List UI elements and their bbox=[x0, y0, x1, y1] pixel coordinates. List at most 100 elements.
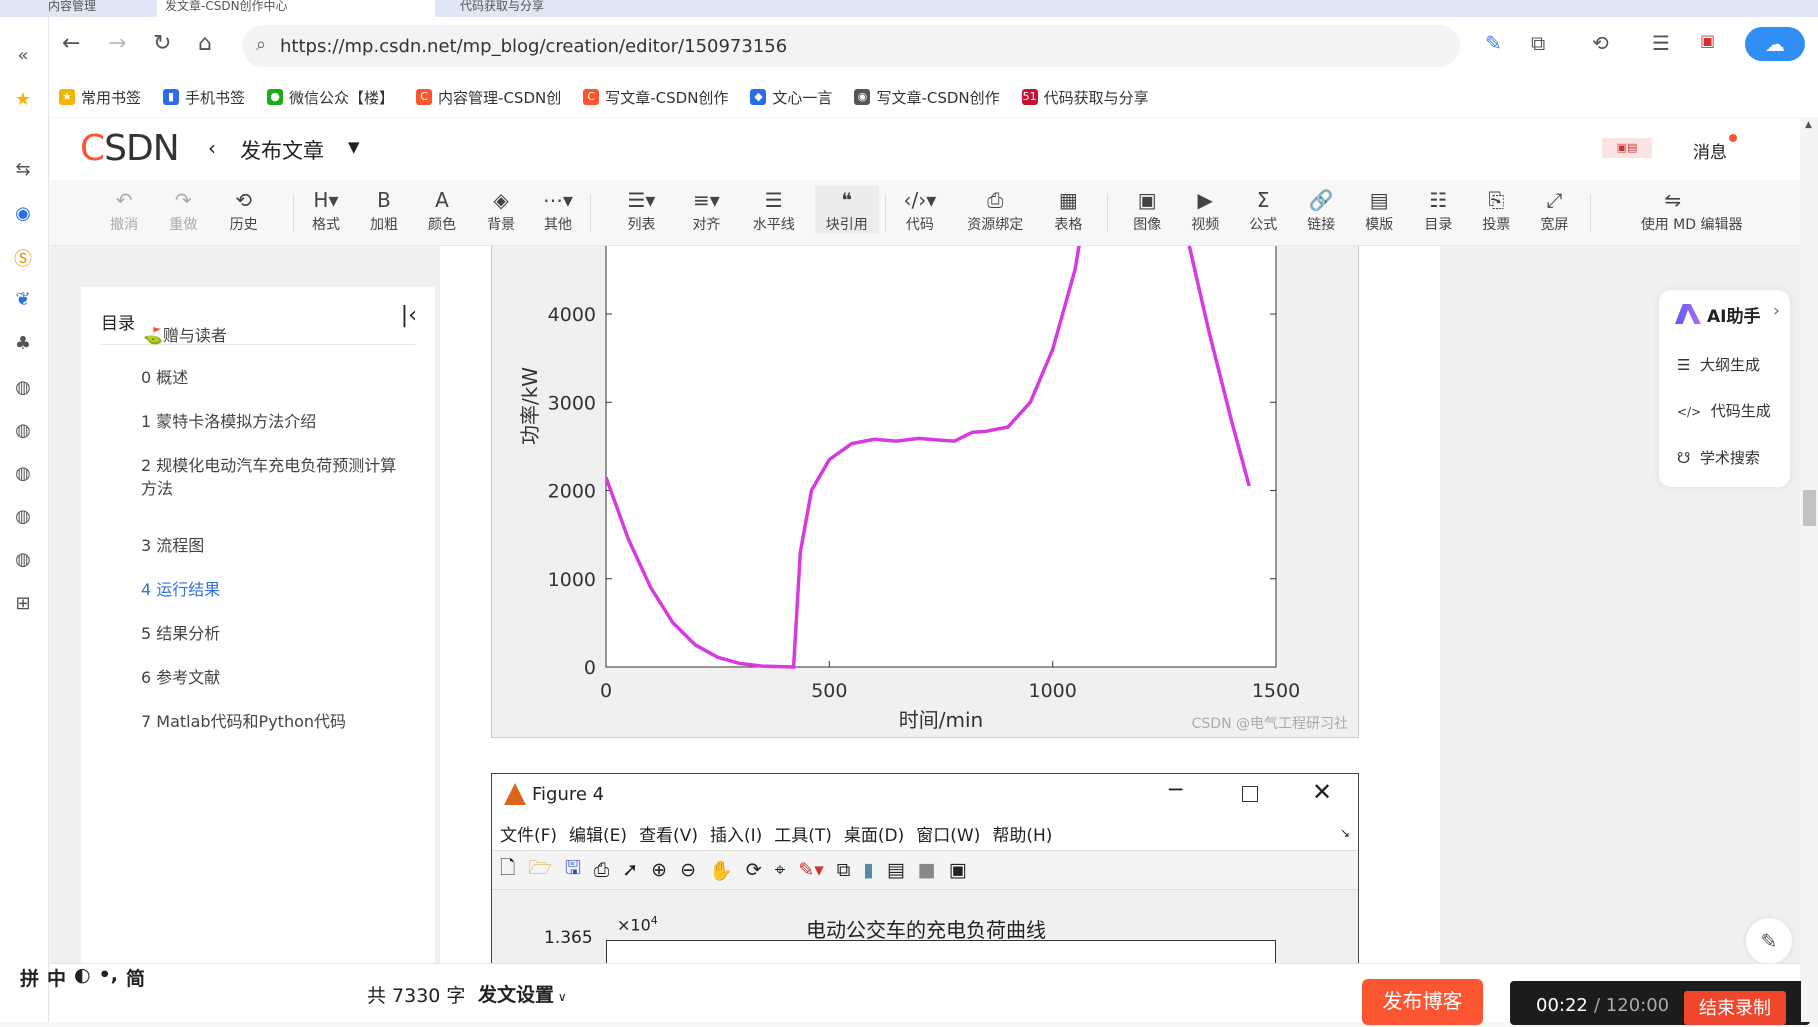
figure-menu-item[interactable]: 文件(F) bbox=[500, 821, 557, 846]
search-app-icon[interactable]: ◉ bbox=[12, 203, 34, 225]
history-icon[interactable]: ⟲ bbox=[1592, 31, 1609, 55]
toolbar-button[interactable]: Σ 公式 bbox=[1231, 186, 1295, 234]
globe-icon[interactable]: ◍ bbox=[12, 377, 34, 399]
ai-item-scholar[interactable]: ☋ 学术搜索 bbox=[1677, 447, 1760, 468]
ai-item-code[interactable]: </> 代码生成 bbox=[1677, 400, 1771, 421]
reload-icon[interactable]: ↻ bbox=[153, 31, 171, 56]
avatar[interactable]: ▣▤ bbox=[1602, 138, 1652, 158]
plant-icon[interactable]: ♣ bbox=[12, 333, 34, 355]
pointer-icon[interactable]: ➚ bbox=[622, 859, 638, 881]
toolbar-button[interactable]: B 加粗 bbox=[352, 186, 416, 234]
save-icon[interactable]: 🖫 bbox=[565, 854, 581, 886]
toolbar-button[interactable]: ▶ 视频 bbox=[1173, 186, 1237, 234]
toolbar-button[interactable]: ☰▾ 列表 bbox=[609, 186, 673, 234]
figure-menu-item[interactable]: 帮助(H) bbox=[992, 821, 1052, 846]
bookmark-item[interactable]: 51 代码获取与分享 bbox=[1021, 87, 1149, 108]
ime-button[interactable]: •, bbox=[99, 964, 118, 991]
figure-menu-item[interactable]: 窗口(W) bbox=[916, 821, 980, 846]
toolbar-button[interactable]: ◈ 背景 bbox=[469, 186, 533, 234]
toolbar-button[interactable]: ☷ 目录 bbox=[1406, 186, 1470, 234]
ime-button[interactable]: ◐ bbox=[74, 964, 91, 991]
toc-item[interactable]: ⛳赠与读者 bbox=[143, 324, 413, 347]
stop-recording-button[interactable]: 结束录制 bbox=[1684, 991, 1786, 1025]
profile-icon[interactable]: ▣ bbox=[1700, 31, 1715, 50]
browser-tab[interactable]: 代码获取与分享 bbox=[452, 0, 752, 17]
scroll-up-icon[interactable]: ▲ bbox=[1805, 120, 1812, 130]
figure-menu-item[interactable]: 查看(V) bbox=[639, 821, 698, 846]
url-text[interactable]: https://mp.csdn.net/mp_blog/creation/edi… bbox=[280, 36, 787, 57]
globe-icon[interactable]: ◍ bbox=[12, 420, 34, 442]
scrollbar-thumb[interactable] bbox=[1803, 490, 1816, 526]
bookmark-item[interactable]: ★ 常用书签 bbox=[59, 87, 141, 108]
toolbar-button[interactable]: 🔗 链接 bbox=[1289, 186, 1353, 234]
app-s-icon[interactable]: Ⓢ bbox=[12, 245, 34, 270]
publish-button[interactable]: 发布博客 bbox=[1362, 979, 1483, 1025]
hide-plot-tools-icon[interactable]: ■ bbox=[918, 859, 936, 881]
toc-item[interactable]: 4 运行结果 bbox=[141, 578, 411, 601]
figure-menu-item[interactable]: 桌面(D) bbox=[844, 821, 904, 846]
toolbar-button[interactable]: ≡▾ 对齐 bbox=[674, 186, 738, 234]
cloud-icon[interactable]: ☁ bbox=[1745, 27, 1805, 61]
toolbar-button[interactable]: ⇋ 使用 MD 编辑器 bbox=[1641, 186, 1743, 234]
toc-item[interactable]: 5 结果分析 bbox=[141, 622, 411, 645]
toc-item[interactable]: 0 概述 bbox=[141, 366, 411, 389]
menu-icon[interactable]: ☰ bbox=[1652, 31, 1670, 55]
home-icon[interactable]: ⌂ bbox=[198, 31, 212, 56]
publish-settings-link[interactable]: 发文设置 ∨ bbox=[478, 980, 567, 1007]
add-icon[interactable]: ⊞ bbox=[12, 593, 34, 615]
bookmark-item[interactable]: ● 微信公众【楼】 bbox=[267, 87, 394, 108]
figure-menu-item[interactable]: 编辑(E) bbox=[569, 821, 627, 846]
browser-tab[interactable]: 内容管理 bbox=[40, 0, 140, 17]
bookmark-item[interactable]: ▮ 手机书签 bbox=[163, 87, 245, 108]
new-file-icon[interactable]: 🗋 bbox=[500, 854, 515, 886]
bookmark-item[interactable]: C 写文章-CSDN创作 bbox=[583, 87, 728, 108]
toolbar-button[interactable]: ▣ 图像 bbox=[1115, 186, 1179, 234]
toc-item[interactable]: 7 Matlab代码和Python代码 bbox=[141, 710, 411, 733]
toolbar-button[interactable]: ⋯▾ 其他 bbox=[526, 186, 590, 234]
toolbar-button[interactable]: ▤ 模版 bbox=[1347, 186, 1411, 234]
favorites-icon[interactable]: ★ bbox=[12, 89, 34, 111]
show-plot-tools-icon[interactable]: ▣ bbox=[949, 859, 967, 881]
pan-icon[interactable]: ✋ bbox=[709, 859, 733, 882]
maximize-button[interactable] bbox=[1242, 786, 1258, 802]
browser-tab-active[interactable]: 发文章-CSDN创作中心 bbox=[157, 0, 435, 17]
back-icon[interactable]: ← bbox=[62, 31, 80, 56]
toc-item[interactable]: 2 规模化电动汽车充电负荷预测计算方法 bbox=[141, 454, 411, 500]
figure-menu-item[interactable]: 工具(T) bbox=[774, 821, 832, 846]
toolbar-button[interactable]: ⎘ 投票 bbox=[1464, 186, 1528, 234]
ai-title[interactable]: AI助手 bbox=[1707, 302, 1760, 327]
toolbar-button[interactable]: ↶ 撤消 bbox=[92, 186, 156, 234]
toolbar-button[interactable]: ⎙ 资源绑定 bbox=[963, 186, 1027, 234]
scrollbar[interactable]: ▲ bbox=[1801, 118, 1818, 1022]
toc-item[interactable]: 6 参考文献 bbox=[141, 666, 411, 689]
globe-icon[interactable]: ◍ bbox=[12, 463, 34, 485]
puzzle-icon[interactable]: ⧉ bbox=[1531, 31, 1545, 55]
toolbar-button[interactable]: ‹/›▾ 代码 bbox=[888, 186, 952, 234]
toolbar-button[interactable]: ☰ 水平线 bbox=[742, 186, 806, 234]
bookmark-item[interactable]: ◉ 写文章-CSDN创作 bbox=[854, 87, 1000, 108]
toolbar-button[interactable]: ▦ 表格 bbox=[1036, 186, 1100, 234]
collapse-sidebar-icon[interactable]: « bbox=[12, 45, 34, 67]
data-cursor-icon[interactable]: ⌖ bbox=[775, 859, 786, 881]
toc-item[interactable]: 1 蒙特卡洛模拟方法介绍 bbox=[141, 410, 411, 433]
bookmark-item[interactable]: C 内容管理-CSDN创 bbox=[416, 87, 561, 108]
figure-menu-item[interactable]: 插入(I) bbox=[710, 821, 762, 846]
bookmark-item[interactable]: ◆ 文心一言 bbox=[750, 87, 832, 108]
csdn-logo[interactable]: CSDN bbox=[80, 128, 180, 169]
print-icon[interactable]: ⎙ bbox=[594, 859, 609, 881]
toolbar-button[interactable]: ❝ 块引用 bbox=[814, 186, 879, 234]
chevron-right-icon[interactable]: › bbox=[1773, 301, 1780, 321]
toolbar-button[interactable]: ⤢ 宽屏 bbox=[1522, 186, 1586, 234]
dock-icon[interactable]: ↘ bbox=[1340, 826, 1350, 840]
feedback-icon[interactable]: ✎ bbox=[1746, 918, 1792, 964]
zoom-out-icon[interactable]: ⊖ bbox=[680, 859, 696, 881]
close-button[interactable]: ✕ bbox=[1312, 778, 1332, 806]
legend-icon[interactable]: ▤ bbox=[887, 859, 905, 881]
brush-icon[interactable]: ✎▾ bbox=[798, 859, 823, 881]
link-plot-icon[interactable]: ⧉ bbox=[837, 859, 851, 881]
open-icon[interactable]: 🗁 bbox=[528, 854, 552, 886]
toolbar-button[interactable]: ⟲ 历史 bbox=[212, 186, 276, 234]
toc-item[interactable]: 3 流程图 bbox=[141, 534, 411, 557]
back-chevron-icon[interactable]: ‹ bbox=[208, 136, 216, 160]
globe-icon[interactable]: ◍ bbox=[12, 549, 34, 571]
